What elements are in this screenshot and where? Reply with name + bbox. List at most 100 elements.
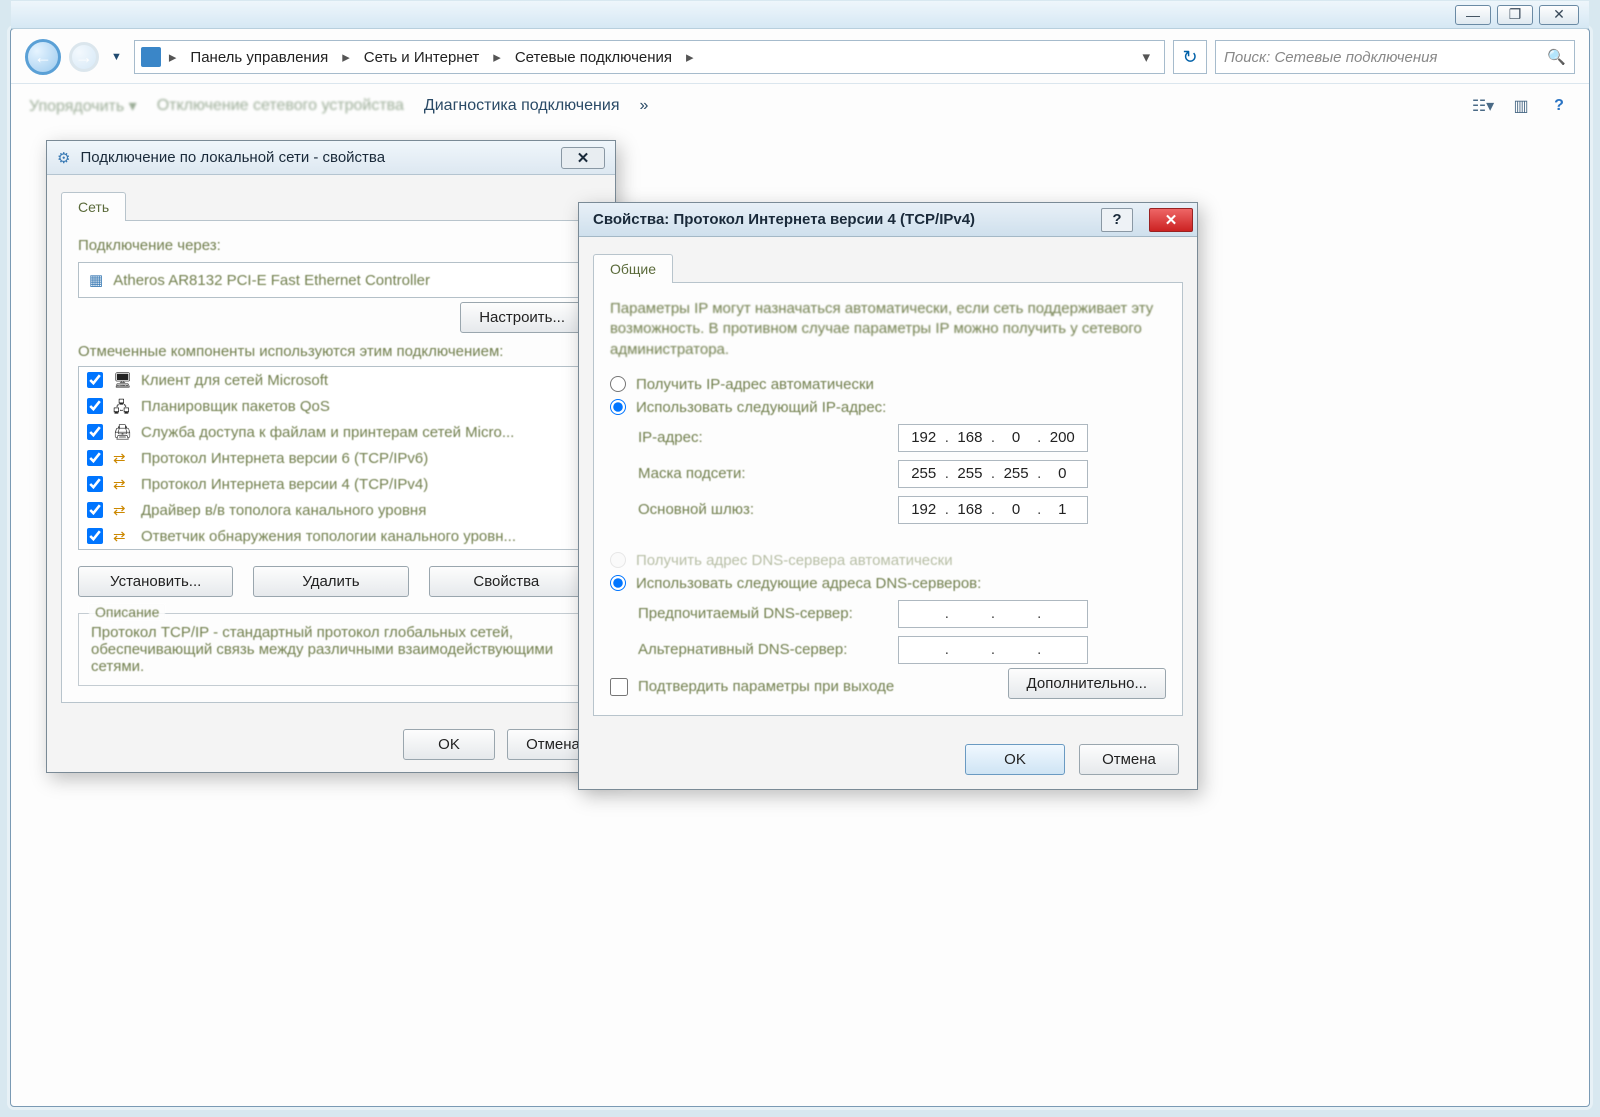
ip-address-label: IP-адрес: <box>638 429 898 446</box>
radio-manual-dns[interactable]: Использовать следующие адреса DNS-сервер… <box>610 575 1166 592</box>
ip-octet[interactable]: 0 <box>1045 465 1079 482</box>
chevron-right-icon: ▸ <box>682 48 698 66</box>
connect-using-label: Подключение через: <box>78 237 584 254</box>
radio-label: Получить IP-адрес автоматически <box>636 376 874 393</box>
dialog-footer: OK Отмена <box>47 717 615 772</box>
install-button[interactable]: Установить... <box>78 566 233 597</box>
tab-general[interactable]: Общие <box>593 254 673 283</box>
close-button[interactable]: ✕ <box>1539 5 1579 25</box>
list-item[interactable]: 🖥 Клиент для сетей Microsoft <box>79 367 583 393</box>
component-checkbox[interactable] <box>87 528 103 544</box>
organize-menu[interactable]: Упорядочить ▾ <box>29 96 137 116</box>
component-checkbox[interactable] <box>87 476 103 492</box>
minimize-button[interactable]: — <box>1455 5 1491 25</box>
protocol-icon: ⇄ <box>113 449 131 467</box>
checkbox-input[interactable] <box>610 678 628 696</box>
help-button[interactable]: ? <box>1101 208 1133 232</box>
close-button[interactable]: ✕ <box>1149 208 1193 232</box>
cancel-button[interactable]: Отмена <box>1079 744 1179 775</box>
tab-page: Параметры IP могут назначаться автоматич… <box>593 283 1183 716</box>
gateway-field[interactable]: 192. 168. 0. 1 <box>898 496 1088 524</box>
ip-address-field[interactable]: 192. 168. 0. 200 <box>898 424 1088 452</box>
forward-button[interactable]: → <box>69 42 99 72</box>
component-list[interactable]: 🖥 Клиент для сетей Microsoft 🖧 Планировщ… <box>78 366 584 550</box>
preferred-dns-field[interactable]: . . . <box>898 600 1088 628</box>
radio-auto-dns[interactable]: Получить адрес DNS-сервера автоматически <box>610 552 1166 569</box>
connection-properties-dialog: ⚙ Подключение по локальной сети - свойст… <box>46 140 616 773</box>
help-button[interactable]: ? <box>1547 94 1571 118</box>
subnet-mask-label: Маска подсети: <box>638 465 898 482</box>
radio-manual-ip[interactable]: Использовать следующий IP-адрес: <box>610 399 1166 416</box>
preferred-dns-label: Предпочитаемый DNS-сервер: <box>638 605 898 622</box>
breadcrumb-segment[interactable]: Панель управления <box>184 45 334 70</box>
ip-octet[interactable]: 192 <box>907 429 941 446</box>
ip-octet[interactable]: 168 <box>953 429 987 446</box>
ip-octet[interactable]: 0 <box>999 501 1033 518</box>
ip-octet[interactable]: 200 <box>1045 429 1079 446</box>
adapter-box[interactable]: ▦ Atheros AR8132 PCI-E Fast Ethernet Con… <box>78 262 584 298</box>
list-item[interactable]: ⇄ Протокол Интернета версии 6 (TCP/IPv6) <box>79 445 583 471</box>
history-dropdown[interactable]: ▼ <box>107 51 126 63</box>
radio-input[interactable] <box>610 575 626 591</box>
configure-button[interactable]: Настроить... <box>460 302 584 333</box>
breadcrumb-segment[interactable]: Сетевые подключения <box>509 45 678 70</box>
ip-octet[interactable]: 168 <box>953 501 987 518</box>
description-group: Описание Протокол TCP/IP - стандартный п… <box>78 613 584 686</box>
diagnose-connection-button[interactable]: Диагностика подключения <box>424 97 620 115</box>
list-item[interactable]: 🖧 Планировщик пакетов QoS <box>79 393 583 419</box>
description-legend: Описание <box>89 604 165 620</box>
back-button[interactable]: ← <box>25 39 61 75</box>
list-item[interactable]: ⇄ Драйвер в/в тополога канального уровня <box>79 497 583 523</box>
ip-octet[interactable]: 1 <box>1045 501 1079 518</box>
properties-button[interactable]: Свойства <box>429 566 584 597</box>
component-checkbox[interactable] <box>87 372 103 388</box>
list-item[interactable]: 🖨 Служба доступа к файлам и принтерам се… <box>79 419 583 445</box>
list-item[interactable]: ⇄ Ответчик обнаружения топологии канальн… <box>79 523 583 549</box>
nic-icon: ▦ <box>89 271 103 289</box>
radio-input[interactable] <box>610 399 626 415</box>
tab-network[interactable]: Сеть <box>61 192 126 221</box>
chevron-right-icon: ▸ <box>489 48 505 66</box>
ip-octet[interactable]: 192 <box>907 501 941 518</box>
client-icon: 🖥 <box>113 371 131 389</box>
component-checkbox[interactable] <box>87 424 103 440</box>
adapter-name: Atheros AR8132 PCI-E Fast Ethernet Contr… <box>113 272 430 289</box>
disable-device-button[interactable]: Отключение сетевого устройства <box>157 97 404 115</box>
subnet-mask-field[interactable]: 255. 255. 255. 0 <box>898 460 1088 488</box>
network-icon: ⚙ <box>57 149 70 167</box>
info-paragraph: Параметры IP могут назначаться автоматич… <box>610 299 1166 360</box>
preview-pane-button[interactable]: ▥ <box>1509 94 1533 118</box>
search-input[interactable]: Поиск: Сетевые подключения 🔍 <box>1215 40 1575 74</box>
radio-input[interactable] <box>610 376 626 392</box>
maximize-button[interactable]: ❐ <box>1497 5 1533 25</box>
toolbar-overflow[interactable]: » <box>639 97 648 115</box>
component-label: Протокол Интернета версии 6 (TCP/IPv6) <box>141 450 428 467</box>
help-icon: ? <box>1112 211 1121 228</box>
ok-button[interactable]: OK <box>403 729 495 760</box>
refresh-button[interactable]: ↻ <box>1173 40 1207 74</box>
address-dropdown[interactable]: ▾ <box>1134 44 1158 70</box>
command-bar: Упорядочить ▾ Отключение сетевого устрой… <box>11 84 1589 128</box>
radio-auto-ip[interactable]: Получить IP-адрес автоматически <box>610 376 1166 393</box>
component-label: Протокол Интернета версии 4 (TCP/IPv4) <box>141 476 428 493</box>
component-checkbox[interactable] <box>87 450 103 466</box>
ok-button[interactable]: OK <box>965 744 1065 775</box>
dialog-titlebar: ⚙ Подключение по локальной сети - свойст… <box>47 141 615 175</box>
ip-octet[interactable]: 255 <box>953 465 987 482</box>
ip-octet[interactable]: 255 <box>999 465 1033 482</box>
alternate-dns-field[interactable]: . . . <box>898 636 1088 664</box>
view-options-button[interactable]: ☷ ▾ <box>1471 94 1495 118</box>
component-checkbox[interactable] <box>87 398 103 414</box>
list-item[interactable]: ⇄ Протокол Интернета версии 4 (TCP/IPv4) <box>79 471 583 497</box>
share-icon: 🖨 <box>113 423 131 441</box>
component-checkbox[interactable] <box>87 502 103 518</box>
breadcrumb-segment[interactable]: Сеть и Интернет <box>358 45 486 70</box>
advanced-button[interactable]: Дополнительно... <box>1008 668 1166 699</box>
alternate-dns-label: Альтернативный DNS-сервер: <box>638 641 898 658</box>
ip-octet[interactable]: 255 <box>907 465 941 482</box>
address-bar[interactable]: ▸ Панель управления ▸ Сеть и Интернет ▸ … <box>134 40 1165 74</box>
dialog-title: Свойства: Протокол Интернета версии 4 (T… <box>593 211 975 228</box>
close-button[interactable]: ✕ <box>561 147 605 169</box>
ip-octet[interactable]: 0 <box>999 429 1033 446</box>
uninstall-button[interactable]: Удалить <box>253 566 408 597</box>
